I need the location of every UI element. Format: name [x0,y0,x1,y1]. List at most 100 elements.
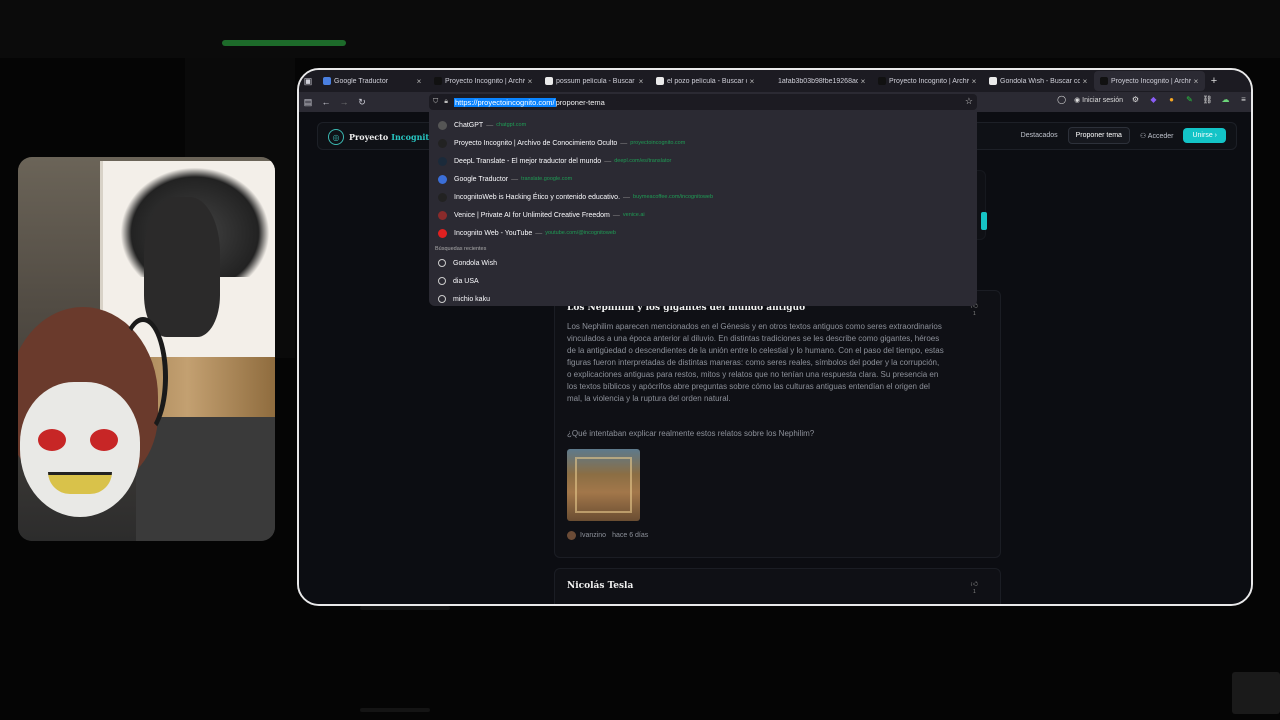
close-icon[interactable]: × [636,77,646,86]
url-suggestions-dropdown: ChatGPT — chatgpt.com Proyecto Incognito | … [429,112,977,306]
extension-purple-icon[interactable]: ◆ [1148,94,1159,105]
author-name[interactable]: Ivanzino [580,532,606,539]
google-translate-icon [438,174,447,184]
recent-search-label: Gondola Wish [453,259,497,267]
form-submit-button[interactable] [981,212,987,230]
post-question: ¿Qué intentaban explicar realmente estos… [567,429,815,438]
forward-icon[interactable]: → [335,93,353,111]
login-link[interactable]: ⚇ Acceder [1140,132,1174,140]
suggestion-item[interactable]: Proyecto Incognito | Archivo de Conocimi… [429,134,977,152]
suggestion-separator: — [623,193,631,201]
menu-icon[interactable]: ≡ [1238,94,1249,105]
recent-search-item[interactable]: michio kaku [429,290,977,308]
background-recaptcha [1232,672,1280,714]
extensions-icon[interactable]: ⚙ [1130,94,1141,105]
back-icon[interactable]: ← [317,93,335,111]
recent-search-item[interactable]: Gondola Wish [429,254,977,272]
close-icon[interactable]: × [969,77,979,86]
post-card[interactable]: Nicolás Tesla 👍︎ 1 [554,568,1001,604]
extension-orange-icon[interactable]: ● [1166,94,1177,105]
lock-icon[interactable]: 🔒︎ [444,98,448,106]
extension-link-icon[interactable]: ⛓ [1202,94,1213,105]
recent-search-item[interactable]: dia USA [429,272,977,290]
suggestion-separator: — [486,121,494,129]
post-image[interactable] [567,449,640,521]
venice-icon [438,210,447,220]
recent-searches-header: Búsquedas recientes [435,246,487,252]
nav-featured-link[interactable]: Destacados [1021,132,1058,139]
recent-search-label: dia USA [453,277,479,285]
deepl-icon [438,156,447,166]
tab-5[interactable]: Proyecto Incognito | Archivo × [872,71,983,91]
reload-icon[interactable]: ↻ [353,93,371,111]
like-button[interactable]: 👍︎ 1 [971,579,978,595]
youtube-icon [438,228,447,238]
close-icon[interactable]: × [1191,77,1201,86]
background-browser-bar [0,0,1280,58]
tab-list-icon[interactable]: ▣ [299,72,317,90]
suggestion-title: IncognitoWeb is Hacking Ético y contenid… [454,193,621,201]
suggestion-domain: translate.google.com [521,176,573,182]
close-icon[interactable]: × [414,77,424,86]
tab-2[interactable]: possum película - Buscar con× [539,71,650,91]
suggestion-title: Venice | Private AI for Unlimited Creati… [454,211,610,219]
post-date: hace 6 días [612,532,649,539]
new-tab-button[interactable]: + [1205,75,1223,87]
mask-face [20,382,140,517]
suggestion-title: Incognito Web - YouTube [454,229,533,237]
suggestion-separator: — [535,229,543,237]
url-text[interactable]: https://proyectoincognito.com/proponer-t… [453,97,605,107]
tab-0[interactable]: Google Traductor × [317,71,428,91]
background-line [360,606,450,610]
suggestion-item[interactable]: Venice | Private AI for Unlimited Creati… [429,206,977,224]
extension-green-icon[interactable]: ✎ [1184,94,1195,105]
suggestion-item[interactable]: Google Traductor — translate.google.com [429,170,977,188]
site-logo[interactable]: ◎ Proyecto Incognito [328,129,434,145]
brand-name: Proyecto [349,132,389,142]
tab-3[interactable]: el pozo película - Buscar con× [650,71,761,91]
suggestion-title: DeepL Translate - El mejor traductor del… [454,157,602,165]
google-icon [989,77,997,85]
background-line [360,708,430,712]
close-icon[interactable]: × [858,77,868,86]
suggestion-separator: — [511,175,519,183]
logo-icon: ◎ [328,129,344,145]
address-bar[interactable]: ⛉ 🔒︎ https://proyectoincognito.com/propo… [429,94,977,110]
tab-4[interactable]: 1afab3b03b98fbe19268ac4f1c2× [761,71,872,91]
post-author: Ivanzino hace 6 días [567,531,648,540]
proyecto-incognito-icon [438,138,447,148]
shield-icon[interactable]: ⛉ [433,98,438,106]
history-clock-icon [438,277,446,285]
background-progress [222,40,346,46]
mask-eye-right [90,429,118,451]
suggestion-item[interactable]: DeepL Translate - El mejor traductor del… [429,152,977,170]
close-icon[interactable]: × [1080,77,1090,86]
url-path: proponer-tema [555,97,605,107]
suggestion-item[interactable]: IncognitoWeb is Hacking Ético y contenid… [429,188,977,206]
signin-button[interactable]: ◉ Iniciar sesión [1074,96,1123,104]
bookmark-star-icon[interactable]: ☆ [965,96,973,107]
like-count: 1 [972,311,976,317]
tab-title: Google Traductor [334,77,389,85]
post-title[interactable]: Nicolás Tesla [567,581,633,591]
suggestion-item[interactable]: ChatGPT — chatgpt.com [429,116,977,134]
tab-title: Gondola Wish - Buscar con [1000,77,1080,85]
post-card[interactable]: Los Nephilim y los gigantes del mundo an… [554,290,1001,558]
suggestion-item[interactable]: Incognito Web - YouTube — youtube.com/@inc… [429,224,977,242]
chatgpt-icon [438,120,447,130]
tab-7[interactable]: Proyecto Incognito | Archivo × [1094,71,1205,91]
tab-1[interactable]: Proyecto Incognito | Archivo × [428,71,539,91]
join-button[interactable]: Unirse › [1183,128,1226,143]
navbar-actions: Destacados Proponer tema ⚇ Acceder Unirs… [1021,127,1226,144]
vpn-icon[interactable]: ◯ [1056,94,1067,105]
history-clock-icon [438,295,446,303]
propose-topic-button[interactable]: Proponer tema [1067,127,1130,144]
tab-6[interactable]: Gondola Wish - Buscar con × [983,71,1094,91]
sidebar-icon[interactable]: ▤ [299,93,317,111]
close-icon[interactable]: × [525,77,535,86]
url-selected: https://proyectoincognito.com/ [453,97,556,107]
google-icon [656,77,664,85]
close-icon[interactable]: × [747,77,757,86]
extension-cloud-icon[interactable]: ☁ [1220,94,1231,105]
account-icon: ◉ [1074,96,1081,104]
